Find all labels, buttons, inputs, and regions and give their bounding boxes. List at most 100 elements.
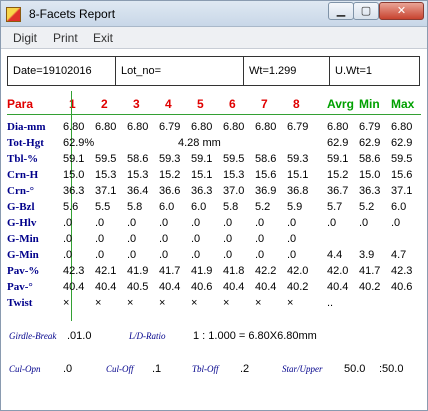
- facet-cell: 6.79: [159, 121, 181, 133]
- stat-header-min: Min: [359, 97, 380, 111]
- facet-cell: 5.9: [287, 201, 303, 213]
- stat-cell: 6.79: [359, 121, 381, 133]
- facet-cell: .0: [63, 249, 73, 261]
- facet-header-6: 6: [229, 97, 236, 111]
- facet-cell: 6.80: [95, 121, 117, 133]
- facet-cell: .0: [223, 233, 233, 245]
- stat-cell: 15.2: [327, 169, 349, 181]
- window-title: 8-Facets Report: [29, 7, 116, 21]
- facet-cell: 15.0: [63, 169, 85, 181]
- facet-cell: 15.1: [191, 169, 213, 181]
- facet-header-1: 1: [69, 97, 76, 111]
- facet-cell: .0: [255, 249, 265, 261]
- facet-cell: 36.3: [63, 185, 85, 197]
- facet-cell: ×: [95, 297, 102, 309]
- stat-cell: 5.7: [327, 201, 343, 213]
- star-upper-value: 50.0: [344, 363, 366, 375]
- facet-cell: .0: [95, 249, 105, 261]
- stat-cell: 37.1: [391, 185, 413, 197]
- menu-bar: Digit Print Exit: [1, 27, 427, 49]
- date-field: Date=19102016: [8, 57, 116, 85]
- close-button[interactable]: ✕: [379, 2, 424, 20]
- stat-cell: .0: [391, 217, 401, 229]
- facet-cell: 15.3: [127, 169, 149, 181]
- facet-cell: 6.79: [287, 121, 309, 133]
- star-upper-value-2: :50.0: [379, 363, 404, 375]
- facet-cell: 36.9: [255, 185, 277, 197]
- total-height-mm: 4.28 mm: [178, 137, 221, 149]
- row-label: Twist: [7, 297, 33, 309]
- tbl-off-label: Tbl-Off: [192, 364, 219, 374]
- facet-cell: 41.7: [159, 265, 181, 277]
- facet-cell: ×: [223, 297, 230, 309]
- stat-cell: 15.6: [391, 169, 413, 181]
- stat-cell: 40.6: [391, 281, 413, 293]
- facet-cell: .0: [159, 217, 169, 229]
- menu-item-exit[interactable]: Exit: [93, 31, 113, 45]
- facet-cell: ×: [191, 297, 198, 309]
- row-label: Pav-%: [7, 265, 40, 277]
- stat-cell: 5.2: [359, 201, 375, 213]
- info-box: Date=19102016 Lot_no= Wt=1.299 U.Wt=1: [7, 56, 420, 86]
- menu-item-digit[interactable]: Digit: [13, 31, 37, 45]
- facet-cell: .0: [287, 217, 297, 229]
- facet-cell: .0: [223, 217, 233, 229]
- cul-open-value: .0: [63, 363, 73, 375]
- facet-cell: 36.8: [287, 185, 309, 197]
- facet-cell: 15.1: [287, 169, 309, 181]
- title-bar[interactable]: 8-Facets Report ▁ ▢ ✕: [1, 1, 427, 27]
- facet-cell: 40.4: [223, 281, 245, 293]
- stat-cell: 62.9: [327, 137, 349, 149]
- measurement-grid: Para 1 2 3 4 5 6 7 8 Avrg Min Max Dia-mm 6.80 6.80 6.…: [7, 91, 421, 405]
- facet-cell: 37.1: [95, 185, 117, 197]
- table-row: G-Min .0 .0 .0 .0 .0 .0 .0 .0 4.4 3.9 4.7: [7, 249, 421, 264]
- para-header: Para: [7, 97, 34, 111]
- facet-cell: 6.0: [159, 201, 175, 213]
- stat-cell: .0: [327, 217, 337, 229]
- facet-cell: .0: [255, 217, 265, 229]
- facet-cell: 15.3: [223, 169, 245, 181]
- facet-cell: 40.2: [287, 281, 309, 293]
- stat-header-avrg: Avrg: [327, 97, 354, 111]
- report-window: 8-Facets Report ▁ ▢ ✕ Digit Print Exit D…: [0, 0, 428, 411]
- cul-off-label: Cul-Off: [106, 364, 134, 374]
- app-icon: [6, 7, 21, 22]
- facet-cell: 15.2: [159, 169, 181, 181]
- facet-cell: .0: [191, 249, 201, 261]
- facet-cell: .0: [127, 249, 137, 261]
- facet-cell: 6.80: [127, 121, 149, 133]
- facet-cell: 59.3: [159, 153, 181, 165]
- menu-item-print[interactable]: Print: [53, 31, 78, 45]
- facet-cell: 42.2: [255, 265, 277, 277]
- facet-cell: 41.8: [223, 265, 245, 277]
- row-label: Crn-H: [7, 169, 39, 181]
- facet-cell: 36.4: [127, 185, 149, 197]
- facet-cell: 40.4: [255, 281, 277, 293]
- facet-cell: .0: [191, 233, 201, 245]
- minimize-button[interactable]: ▁: [328, 2, 354, 20]
- facet-header-3: 3: [133, 97, 140, 111]
- lot-field: Lot_no=: [116, 57, 244, 85]
- table-row: G-Bzl 5.6 5.5 5.8 6.0 6.0 5.8 5.2 5.9 5.7 5.2 6.0: [7, 201, 421, 216]
- stat-cell: 40.4: [327, 281, 349, 293]
- facet-cell: 40.4: [159, 281, 181, 293]
- stat-cell: 6.0: [391, 201, 407, 213]
- facet-cell: .0: [127, 217, 137, 229]
- facet-cell: 5.2: [255, 201, 271, 213]
- row-label: Crn-°: [7, 185, 35, 197]
- facet-cell: .0: [287, 233, 297, 245]
- table-row: Twist × × × × × × × ×..: [7, 297, 421, 312]
- maximize-button[interactable]: ▢: [353, 2, 379, 20]
- facet-cell: 5.8: [223, 201, 239, 213]
- row-label: G-Min: [7, 233, 39, 245]
- facet-cell: 41.9: [191, 265, 213, 277]
- facet-cell: 36.3: [191, 185, 213, 197]
- facet-cell: 6.80: [255, 121, 277, 133]
- row-label: Dia-mm: [7, 121, 46, 133]
- facet-cell: 5.6: [63, 201, 79, 213]
- facet-cell: .0: [287, 249, 297, 261]
- stat-cell: 41.7: [359, 265, 381, 277]
- stat-cell: 36.3: [359, 185, 381, 197]
- facet-cell: .0: [63, 217, 73, 229]
- facet-cell: 59.3: [287, 153, 309, 165]
